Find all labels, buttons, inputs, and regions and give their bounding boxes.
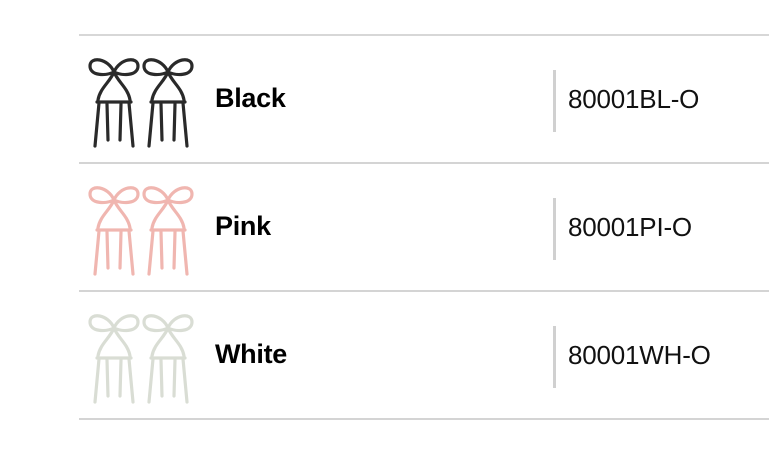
variant-color-name: White <box>215 339 287 369</box>
variant-color-name: Black <box>215 83 286 113</box>
variant-color-name: Pink <box>215 211 271 241</box>
ribbon-chair-black-icon <box>83 54 199 150</box>
ribbon-chair-pink-icon <box>83 182 199 278</box>
variant-row-pink[interactable]: Pink 80001PI-O <box>79 164 769 292</box>
color-variant-list: Black 80001BL-O Pink 80001PI-O White 800… <box>79 34 769 420</box>
variant-row-white[interactable]: White 80001WH-O <box>79 292 769 420</box>
ribbon-chair-white-icon <box>83 310 199 406</box>
chair-thumbnail <box>88 58 194 148</box>
variant-sku: 80001PI-O <box>568 212 692 242</box>
column-divider <box>553 198 556 260</box>
chair-thumbnail <box>88 314 194 404</box>
variant-sku: 80001BL-O <box>568 84 700 114</box>
column-divider <box>553 70 556 132</box>
column-divider <box>553 326 556 388</box>
chair-thumbnail <box>88 186 194 276</box>
variant-row-black[interactable]: Black 80001BL-O <box>79 36 769 164</box>
variant-sku: 80001WH-O <box>568 340 711 370</box>
